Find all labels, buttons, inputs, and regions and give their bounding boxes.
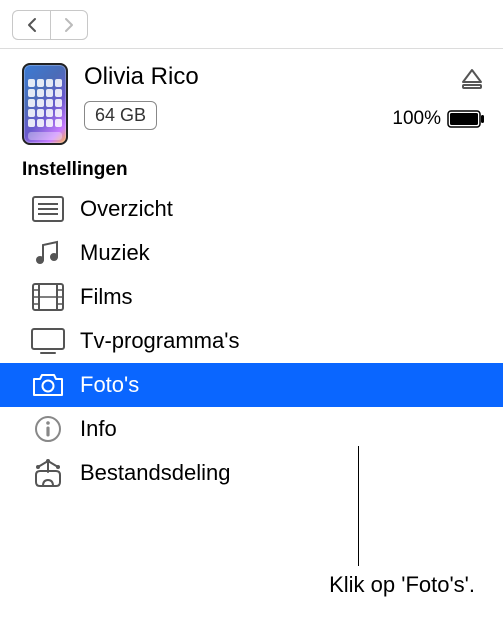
sidebar-item-label: Foto's — [80, 372, 139, 398]
callout-text: Klik op 'Foto's'. — [329, 572, 475, 598]
chevron-left-icon — [26, 17, 38, 33]
tv-icon — [30, 326, 66, 356]
capacity-badge: 64 GB — [84, 101, 157, 130]
device-info: Olivia Rico 64 GB — [84, 63, 376, 130]
device-name: Olivia Rico — [84, 63, 376, 91]
eject-button[interactable] — [459, 67, 485, 96]
chevron-right-icon — [63, 17, 75, 33]
sidebar-item-label: Bestandsdeling — [80, 460, 230, 486]
filesharing-icon — [30, 458, 66, 488]
overview-icon — [30, 194, 66, 224]
battery-status: 100% — [392, 108, 485, 130]
sidebar-item-label: Tv-programma's — [80, 328, 239, 354]
device-thumbnail — [22, 63, 68, 145]
nav-forward-button[interactable] — [50, 10, 88, 40]
sidebar-item-tv[interactable]: Tv-programma's — [0, 319, 503, 363]
toolbar — [0, 0, 503, 49]
nav-back-button[interactable] — [12, 10, 50, 40]
sidebar-item-label: Info — [80, 416, 117, 442]
sidebar-item-label: Muziek — [80, 240, 150, 266]
info-icon — [30, 414, 66, 444]
sidebar-item-info[interactable]: Info — [0, 407, 503, 451]
camera-icon — [30, 370, 66, 400]
sidebar-item-filesharing[interactable]: Bestandsdeling — [0, 451, 503, 495]
battery-percent: 100% — [392, 108, 441, 130]
settings-header: Instellingen — [0, 155, 503, 187]
eject-icon — [459, 67, 485, 91]
device-header: Olivia Rico 64 GB 100% — [0, 49, 503, 155]
callout-line — [358, 446, 359, 566]
sidebar-item-films[interactable]: Films — [0, 275, 503, 319]
films-icon — [30, 282, 66, 312]
battery-icon — [447, 110, 485, 128]
sidebar-item-overview[interactable]: Overzicht — [0, 187, 503, 231]
sidebar-item-photos[interactable]: Foto's — [0, 363, 503, 407]
sidebar-item-label: Films — [80, 284, 133, 310]
sidebar-item-music[interactable]: Muziek — [0, 231, 503, 275]
sidebar-item-label: Overzicht — [80, 196, 173, 222]
music-icon — [30, 238, 66, 268]
settings-list: Overzicht Muziek Films — [0, 187, 503, 495]
